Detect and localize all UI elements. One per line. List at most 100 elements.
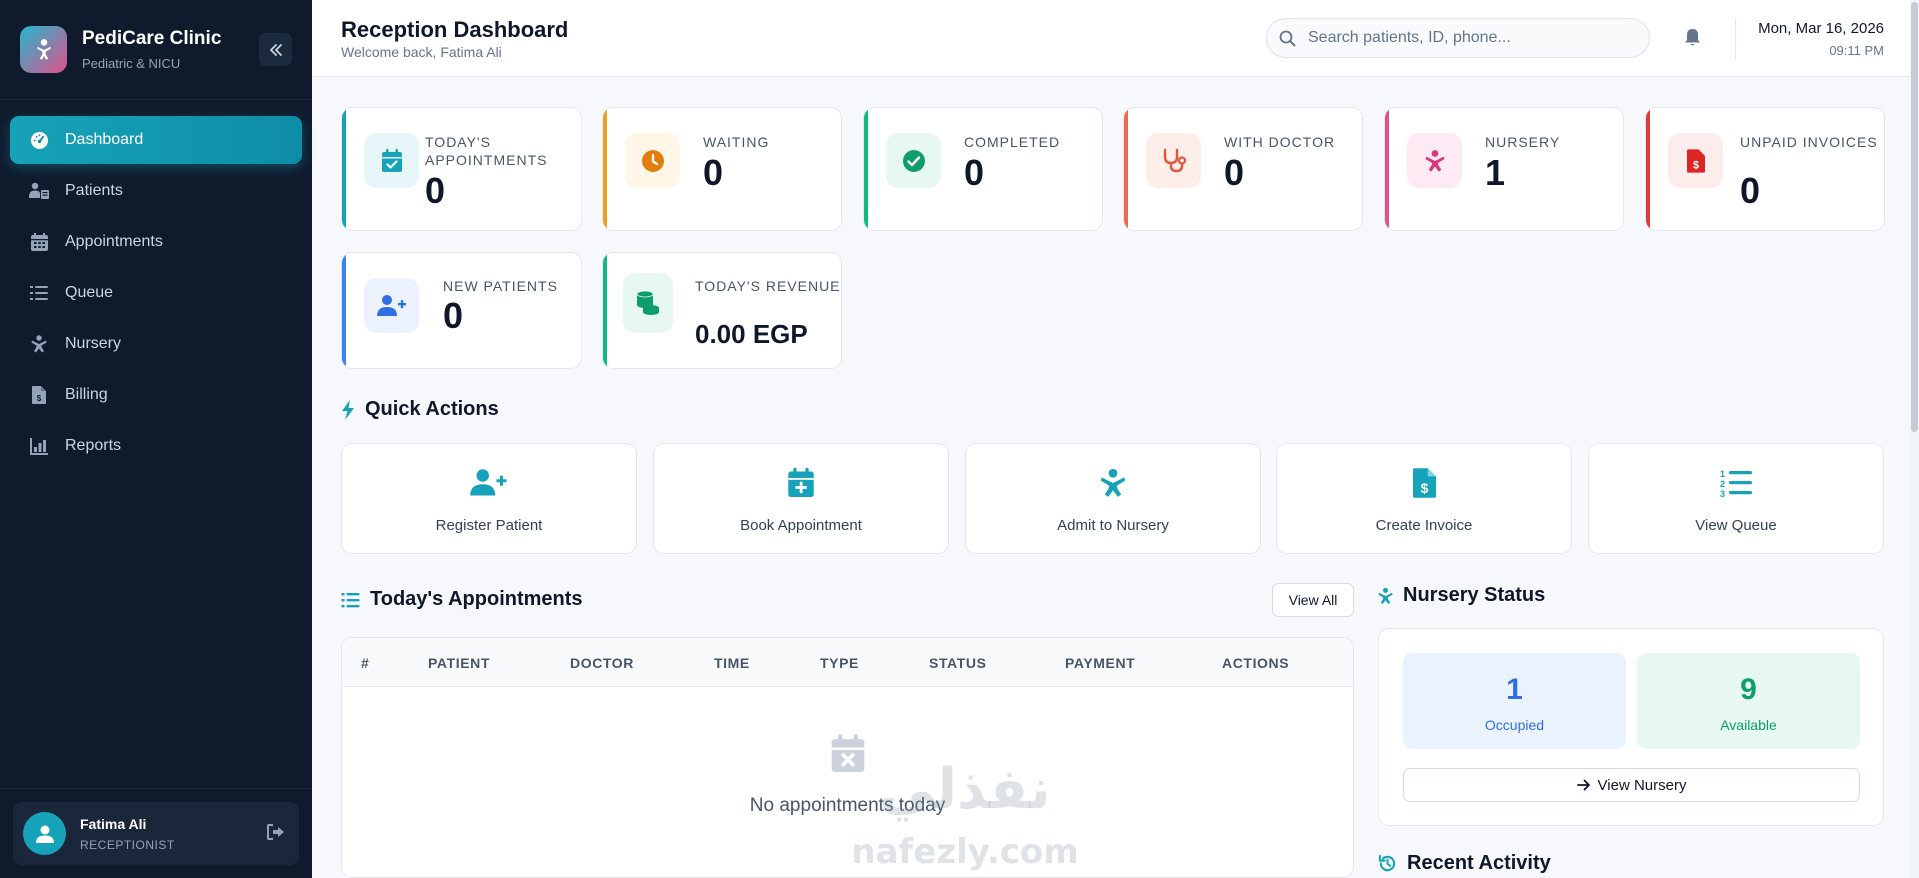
view-all-appointments-button[interactable]: View All bbox=[1272, 583, 1354, 617]
accent-bar bbox=[603, 253, 607, 368]
current-date: Mon, Mar 16, 2026 bbox=[1758, 20, 1884, 37]
stat-value: 0 bbox=[964, 152, 985, 193]
stat-label: New Patients bbox=[443, 278, 558, 294]
svg-text:3: 3 bbox=[1720, 489, 1725, 497]
quick-actions-heading: Quick Actions bbox=[341, 398, 499, 421]
sidebar-item-label: Reports bbox=[65, 437, 122, 454]
stat-value: 0 bbox=[425, 170, 446, 211]
clinic-logo-icon bbox=[20, 26, 67, 73]
history-icon bbox=[1378, 854, 1397, 873]
sidebar-item-label: Appointments bbox=[65, 233, 163, 250]
invoice-icon: $ bbox=[29, 385, 49, 405]
sidebar-item-reports[interactable]: Reports bbox=[10, 422, 302, 470]
sidebar-nav: Dashboard Patients Appointments Queue Nu… bbox=[0, 100, 312, 470]
todays-appointments-heading: Today's Appointments bbox=[341, 588, 583, 611]
create-invoice-button[interactable]: $ Create Invoice bbox=[1276, 443, 1572, 554]
view-nursery-button[interactable]: View Nursery bbox=[1403, 768, 1860, 802]
logout-icon[interactable] bbox=[267, 824, 285, 845]
stat-value: 0.00 EGP bbox=[695, 319, 808, 349]
stat-card-with-doctor[interactable]: With Doctor 0 bbox=[1123, 107, 1363, 231]
calendar-check-icon bbox=[364, 133, 419, 188]
page-scrollbar-thumb[interactable] bbox=[1911, 2, 1918, 432]
column-header-type: TYPE bbox=[820, 655, 859, 671]
baby-icon bbox=[29, 334, 49, 354]
sidebar: PediCare Clinic Pediatric & NICU Dashboa… bbox=[0, 0, 312, 878]
table-header: # PATIENT DOCTOR TIME TYPE STATUS PAYMEN… bbox=[342, 638, 1353, 687]
gauge-icon bbox=[29, 130, 49, 150]
clinic-subtitle: Pediatric & NICU bbox=[82, 56, 181, 71]
double-chevron-left-icon bbox=[269, 43, 282, 56]
stat-value: 0 bbox=[703, 152, 724, 193]
baby-icon bbox=[1407, 133, 1462, 188]
accent-bar bbox=[603, 108, 607, 230]
sidebar-item-label: Billing bbox=[65, 386, 108, 403]
section-title-text: Recent Activity bbox=[1407, 852, 1551, 874]
section-title-text: Quick Actions bbox=[365, 398, 499, 420]
sidebar-item-dashboard[interactable]: Dashboard bbox=[10, 116, 302, 164]
column-header-patient: PATIENT bbox=[428, 655, 491, 671]
svg-text:$: $ bbox=[37, 394, 42, 403]
view-queue-button[interactable]: 123 View Queue bbox=[1588, 443, 1884, 554]
sidebar-item-nursery[interactable]: Nursery bbox=[10, 320, 302, 368]
section-title-text: Nursery Status bbox=[1403, 584, 1546, 606]
invoice-dollar-icon: $ bbox=[1668, 133, 1723, 188]
arrow-right-icon bbox=[1576, 779, 1590, 791]
available-beds-box: 9 Available bbox=[1637, 653, 1860, 749]
list-ol-icon: 123 bbox=[1720, 466, 1752, 500]
calendar-plus-icon bbox=[787, 466, 815, 500]
header-divider bbox=[1735, 18, 1736, 60]
accent-bar bbox=[1124, 108, 1128, 230]
sidebar-item-label: Dashboard bbox=[65, 131, 144, 148]
stat-label: Today's Revenue bbox=[695, 278, 841, 294]
stat-card-new-patients[interactable]: New Patients 0 bbox=[341, 252, 582, 369]
quick-action-label: Create Invoice bbox=[1375, 517, 1473, 534]
search-input[interactable] bbox=[1308, 29, 1628, 47]
register-patient-button[interactable]: Register Patient bbox=[341, 443, 637, 554]
user-profile-card[interactable]: Fatima Ali RECEPTIONIST bbox=[13, 802, 299, 865]
appointments-table: # PATIENT DOCTOR TIME TYPE STATUS PAYMEN… bbox=[341, 637, 1354, 878]
calendar-x-icon bbox=[831, 734, 864, 772]
user-plus-icon bbox=[364, 278, 419, 333]
sidebar-item-billing[interactable]: $ Billing bbox=[10, 371, 302, 419]
stat-card-nursery[interactable]: Nursery 1 bbox=[1384, 107, 1624, 231]
chart-icon bbox=[29, 436, 49, 456]
sidebar-item-label: Nursery bbox=[65, 335, 122, 352]
calendar-icon bbox=[29, 232, 49, 252]
available-label: Available bbox=[1720, 717, 1777, 733]
sidebar-item-appointments[interactable]: Appointments bbox=[10, 218, 302, 266]
sidebar-item-patients[interactable]: Patients bbox=[10, 167, 302, 215]
accent-bar bbox=[1385, 108, 1389, 230]
stat-value: 0 bbox=[1740, 170, 1761, 211]
collapse-sidebar-button[interactable] bbox=[259, 33, 292, 66]
bolt-icon bbox=[341, 399, 355, 420]
stat-label: Nursery bbox=[1485, 134, 1561, 150]
stat-card-todays-revenue[interactable]: Today's Revenue 0.00 EGP bbox=[602, 252, 842, 369]
notification-bell-icon[interactable] bbox=[1684, 28, 1701, 52]
admit-to-nursery-button[interactable]: Admit to Nursery bbox=[965, 443, 1261, 554]
svg-text:2: 2 bbox=[1720, 479, 1725, 489]
stat-card-todays-appointments[interactable]: Today's Appointments 0 bbox=[341, 107, 582, 231]
stat-card-completed[interactable]: Completed 0 bbox=[863, 107, 1103, 231]
column-header-payment: PAYMENT bbox=[1065, 655, 1136, 671]
user-name: Fatima Ali bbox=[80, 815, 147, 832]
date-time-display: Mon, Mar 16, 2026 09:11 PM bbox=[1758, 20, 1884, 58]
occupied-label: Occupied bbox=[1484, 717, 1545, 733]
accent-bar bbox=[342, 108, 346, 230]
stat-card-unpaid-invoices[interactable]: $ Unpaid Invoices 0 bbox=[1645, 107, 1885, 231]
check-circle-icon bbox=[886, 133, 941, 188]
occupied-beds-box: 1 Occupied bbox=[1403, 653, 1626, 749]
stat-value: 1 bbox=[1485, 152, 1506, 193]
clock-icon bbox=[625, 133, 680, 188]
search-box[interactable] bbox=[1266, 18, 1650, 58]
current-time: 09:11 PM bbox=[1829, 43, 1884, 58]
stat-card-waiting[interactable]: Waiting 0 bbox=[602, 107, 842, 231]
top-header: Reception Dashboard Welcome back, Fatima… bbox=[312, 0, 1919, 77]
book-appointment-button[interactable]: Book Appointment bbox=[653, 443, 949, 554]
page-title: Reception Dashboard bbox=[341, 17, 569, 42]
search-icon bbox=[1279, 30, 1296, 46]
sidebar-item-queue[interactable]: Queue bbox=[10, 269, 302, 317]
quick-action-label: Admit to Nursery bbox=[1057, 517, 1169, 534]
sidebar-divider bbox=[0, 788, 312, 789]
occupied-count: 1 bbox=[1506, 673, 1523, 706]
svg-text:1: 1 bbox=[1720, 469, 1725, 479]
